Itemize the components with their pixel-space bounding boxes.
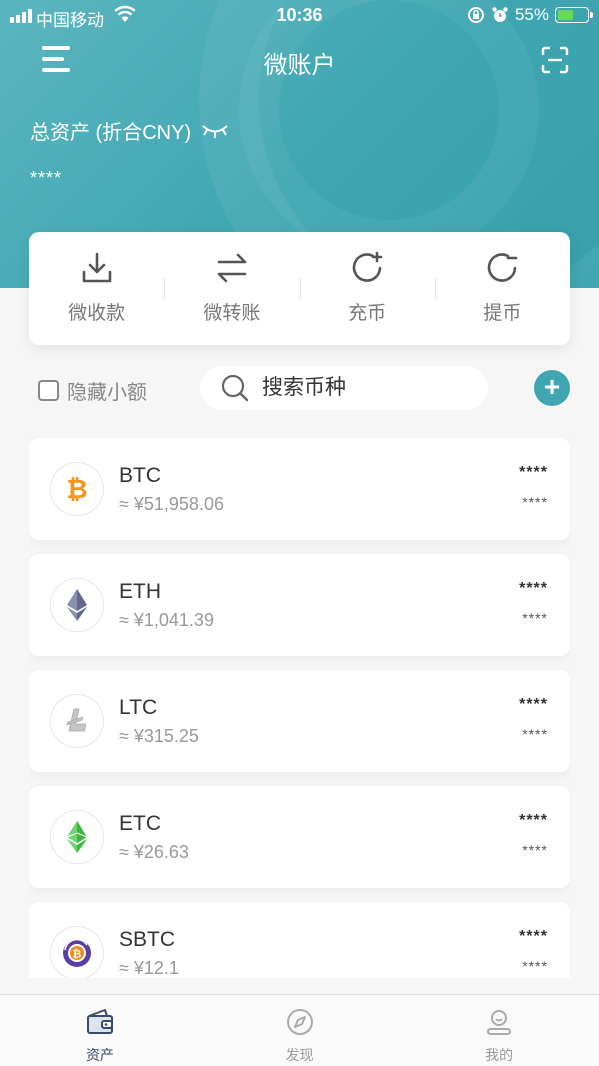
litecoin-icon bbox=[66, 708, 87, 732]
coin-row-sbtc[interactable]: ₿ SBTC ≈ ¥12.1 **** **** bbox=[29, 902, 570, 978]
total-assets-text: 总资产 (折合CNY) bbox=[30, 122, 192, 144]
page-title: 微账户 bbox=[263, 52, 336, 79]
refresh-plus-icon bbox=[352, 251, 383, 282]
hide-small-checkbox[interactable] bbox=[38, 380, 59, 401]
tab-assets[interactable]: 资产 bbox=[0, 995, 200, 1066]
tab-label: 我的 bbox=[485, 1047, 514, 1063]
coin-list: ₿ BTC ≈ ¥51,958.06 **** **** ETH ≈ ¥1,04… bbox=[29, 438, 570, 978]
search-box[interactable] bbox=[200, 366, 488, 410]
battery-percent: 55% bbox=[514, 5, 549, 24]
tab-label: 发现 bbox=[285, 1047, 314, 1063]
coin-value: **** bbox=[522, 494, 548, 510]
bitcoin-icon: ₿ bbox=[66, 475, 87, 504]
coin-row-btc[interactable]: ₿ BTC ≈ ¥51,958.06 **** **** bbox=[29, 438, 570, 540]
coin-logo bbox=[50, 578, 104, 632]
receive-button[interactable]: 微收款 bbox=[29, 232, 164, 345]
coin-value: **** bbox=[522, 610, 548, 626]
alarm-icon bbox=[492, 7, 508, 22]
coin-price: ≈ ¥51,958.06 bbox=[119, 494, 224, 514]
receive-label: 微收款 bbox=[68, 303, 126, 324]
rotation-lock-icon bbox=[467, 7, 484, 23]
profile-icon bbox=[487, 1010, 512, 1035]
coin-symbol: SBTC bbox=[119, 928, 176, 951]
coin-amount: **** bbox=[519, 928, 548, 945]
svg-text:₿: ₿ bbox=[66, 475, 87, 504]
coin-amount: **** bbox=[519, 464, 548, 481]
coin-symbol: ETH bbox=[119, 580, 161, 603]
withdraw-button[interactable]: 提币 bbox=[434, 232, 570, 345]
transfer-button[interactable]: 微转账 bbox=[164, 232, 299, 345]
ethereum-classic-icon bbox=[66, 821, 88, 853]
coin-price: ≈ ¥26.63 bbox=[119, 842, 189, 862]
coin-symbol: LTC bbox=[119, 696, 158, 719]
coin-amount: **** bbox=[519, 812, 548, 829]
hide-small-label: 隐藏小额 bbox=[67, 382, 147, 404]
coin-amount: **** bbox=[519, 580, 548, 597]
svg-text:₿: ₿ bbox=[73, 948, 82, 961]
deposit-label: 充币 bbox=[348, 303, 387, 324]
coin-row-ltc[interactable]: LTC ≈ ¥315.25 **** **** bbox=[29, 670, 570, 772]
scan-icon[interactable] bbox=[541, 46, 569, 74]
battery-icon bbox=[555, 7, 593, 23]
coin-value: **** bbox=[522, 958, 548, 974]
list-toolbar: 隐藏小额 + bbox=[0, 366, 599, 412]
eye-closed-icon[interactable] bbox=[201, 123, 229, 139]
coin-value: **** bbox=[522, 726, 548, 742]
search-input[interactable] bbox=[262, 376, 462, 400]
tab-bar: 资产 发现 我的 bbox=[0, 994, 599, 1066]
coin-logo bbox=[50, 694, 104, 748]
download-icon bbox=[82, 252, 111, 283]
tab-profile[interactable]: 我的 bbox=[399, 995, 599, 1066]
coin-value: **** bbox=[522, 842, 548, 858]
search-icon bbox=[221, 374, 249, 402]
coin-symbol: BTC bbox=[119, 464, 161, 487]
withdraw-label: 提币 bbox=[483, 303, 522, 324]
coin-row-etc[interactable]: ETC ≈ ¥26.63 **** **** bbox=[29, 786, 570, 888]
coin-amount: **** bbox=[519, 696, 548, 713]
total-assets-label: 总资产 (折合CNY) bbox=[30, 116, 229, 145]
wallet-icon bbox=[86, 1009, 113, 1034]
coin-logo: ₿ bbox=[50, 926, 104, 978]
ethereum-icon bbox=[67, 589, 87, 621]
tab-discover[interactable]: 发现 bbox=[200, 995, 400, 1066]
coin-logo bbox=[50, 810, 104, 864]
quick-actions-card: 微收款 微转账 充币 提币 bbox=[29, 232, 570, 345]
coin-price: ≈ ¥315.25 bbox=[119, 726, 199, 746]
compass-icon bbox=[286, 1009, 313, 1035]
coin-logo: ₿ bbox=[50, 462, 104, 516]
transfer-label: 微转账 bbox=[203, 303, 261, 324]
super-bitcoin-icon: ₿ bbox=[63, 938, 91, 967]
coin-row-eth[interactable]: ETH ≈ ¥1,041.39 **** **** bbox=[29, 554, 570, 656]
hide-small-toggle[interactable]: 隐藏小额 bbox=[38, 376, 147, 405]
coin-price: ≈ ¥12.1 bbox=[119, 958, 179, 978]
status-bar: 中国移动 10:36 55% bbox=[0, 0, 599, 32]
add-coin-button[interactable]: + bbox=[534, 370, 570, 406]
refresh-minus-icon bbox=[488, 253, 518, 282]
coin-symbol: ETC bbox=[119, 812, 161, 835]
tab-label: 资产 bbox=[85, 1047, 114, 1063]
deposit-button[interactable]: 充币 bbox=[299, 232, 435, 345]
transfer-arrows-icon bbox=[217, 253, 247, 283]
coin-price: ≈ ¥1,041.39 bbox=[119, 610, 214, 630]
total-assets-value: **** bbox=[30, 168, 63, 188]
